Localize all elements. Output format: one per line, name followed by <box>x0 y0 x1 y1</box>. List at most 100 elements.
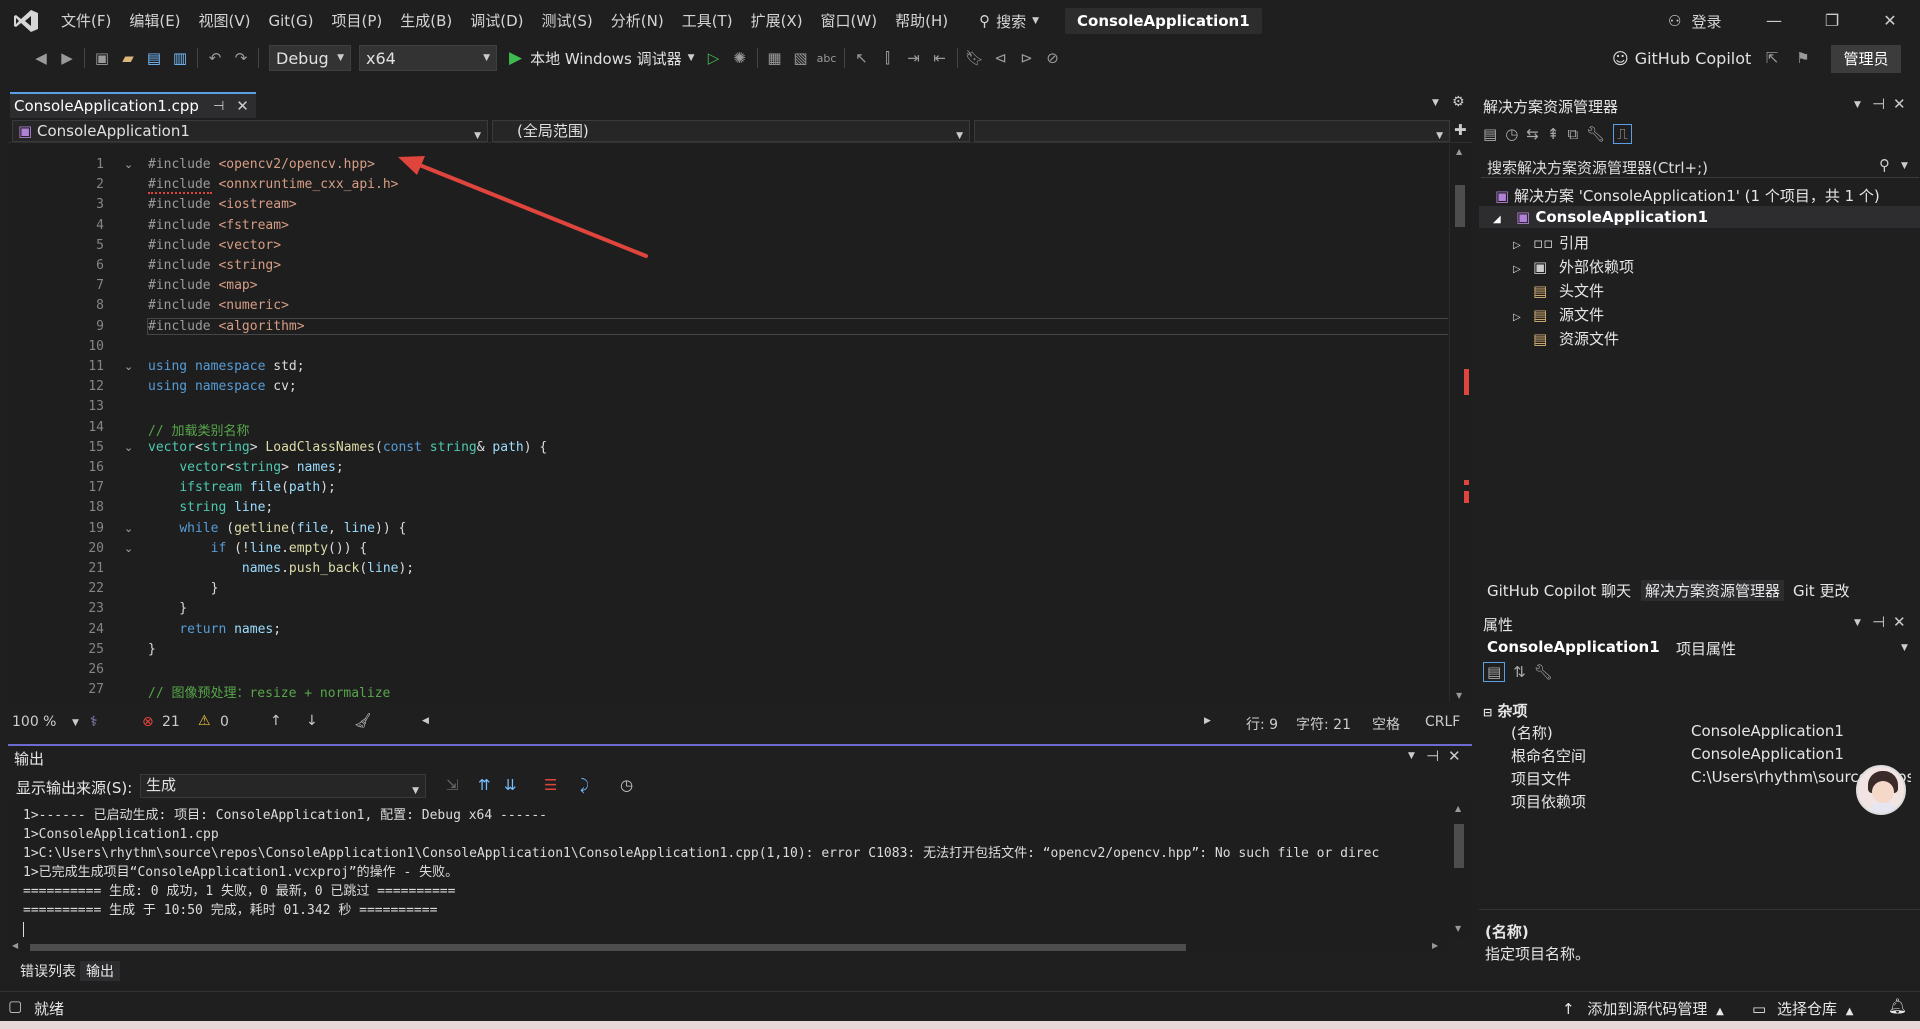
output-line: 1>------ 已启动生成: 项目: ConsoleApplication1,… <box>23 808 547 823</box>
word-wrap-icon[interactable]: ⤸ <box>580 776 589 794</box>
next-issue-icon[interactable]: ↓ <box>306 713 318 729</box>
collapse-icon: ⊟ <box>1483 706 1493 719</box>
warning-count: 0 <box>220 714 229 730</box>
description-text: 指定项目名称。 <box>1485 945 1591 963</box>
next-message-icon[interactable]: ⇊ <box>504 776 517 794</box>
sync-icon[interactable]: ⇆ <box>1526 125 1539 143</box>
preview-icon[interactable]: ⎍ <box>1613 124 1632 144</box>
output-line: ========== 生成: 0 成功，1 失败，0 最新，0 已跳过 ====… <box>23 884 456 899</box>
category-header[interactable]: ⊟ 杂项 <box>1483 700 1527 721</box>
alphabetical-icon[interactable]: ⇅ <box>1513 663 1526 681</box>
output-horizontal-scrollbar[interactable]: ◀ ▶ <box>8 940 1448 954</box>
chevron-down-icon[interactable]: ▼ <box>1854 618 1861 628</box>
whitespace-mode[interactable]: 空格 <box>1372 714 1400 734</box>
close-icon[interactable]: ✕ <box>1893 95 1906 113</box>
goto-code-icon[interactable]: ⇲ <box>446 776 459 794</box>
property-row[interactable]: 项目文件 C:\Users\rhythm\source\repos <box>1501 768 1911 791</box>
history-icon[interactable]: ◷ <box>1505 125 1518 143</box>
tab-solution-explorer[interactable]: 解决方案资源管理器 <box>1641 580 1785 601</box>
cleanup-icon[interactable]: 🧹︎ <box>354 713 372 729</box>
clock-icon[interactable]: ◷ <box>620 776 633 794</box>
error-count-icon[interactable]: ⊗ <box>142 714 154 730</box>
output-source-select[interactable]: 生成 ▼ <box>140 774 426 798</box>
line-ending[interactable]: CRLF <box>1425 714 1460 730</box>
tab-git-changes[interactable]: Git 更改 <box>1789 580 1853 601</box>
zoom-select[interactable]: 100 % <box>12 714 56 730</box>
tree-node-label: 引用 <box>1559 234 1590 252</box>
status-icon: ▢ <box>8 997 23 1015</box>
cursor-line[interactable]: 行: 9 <box>1246 714 1278 734</box>
expand-chevron-icon: ▷ <box>1513 240 1521 251</box>
tab-output[interactable]: 输出 <box>80 961 120 981</box>
filter-folder-icon: ▤ <box>1533 306 1548 324</box>
close-icon[interactable]: ✕ <box>1893 613 1906 631</box>
output-line: 1>已完成生成项目“ConsoleApplication1.vcxproj”的操… <box>23 865 459 880</box>
property-value[interactable]: ConsoleApplication1 <box>1691 722 1911 740</box>
close-icon[interactable]: ✕ <box>1448 747 1461 765</box>
tree-node[interactable]: ▷ ▫▫ 引用 <box>1513 232 1589 253</box>
solution-search-placeholder: 搜索解决方案资源管理器(Ctrl+;) <box>1487 159 1709 177</box>
collapse-all-icon[interactable]: ⇞ <box>1547 125 1560 143</box>
property-name: 项目文件 <box>1511 770 1572 788</box>
output-title: 输出 <box>14 750 45 768</box>
chevron-down-icon[interactable]: ▼ <box>1408 751 1415 761</box>
tree-node[interactable]: ▷ ▤ 源文件 <box>1513 304 1604 325</box>
property-row[interactable]: 根命名空间 ConsoleApplication1 <box>1501 745 1911 768</box>
chevron-down-icon[interactable]: ▼ <box>1854 100 1861 110</box>
solution-search-box[interactable]: 搜索解决方案资源管理器(Ctrl+;) ⚲ ▼ <box>1481 154 1919 178</box>
output-text-area[interactable]: 1>------ 已启动生成: 项目: ConsoleApplication1,… <box>8 802 1448 939</box>
property-pages-icon[interactable]: 🔧︎ <box>1534 663 1553 681</box>
scroll-thumb[interactable] <box>1454 824 1464 868</box>
properties-object-select[interactable]: ConsoleApplication1 项目属性 ▼ <box>1481 636 1919 658</box>
expand-chevron-icon: ▷ <box>1513 312 1521 323</box>
avatar[interactable] <box>1856 765 1906 815</box>
switch-views-icon[interactable]: ▤ <box>1483 125 1497 143</box>
notification-bell-icon[interactable]: 🔔︎ <box>1888 997 1907 1015</box>
property-name: 项目依赖项 <box>1511 793 1587 811</box>
tree-node[interactable]: ▷ ▣ 外部依赖项 <box>1513 256 1634 277</box>
pin-icon[interactable]: ⊣ <box>1872 95 1885 113</box>
pin-icon[interactable]: ⊣ <box>1872 613 1885 631</box>
right-panel-tabs: GitHub Copilot 聊天 解决方案资源管理器 Git 更改 <box>1479 578 1920 604</box>
tab-copilot-chat[interactable]: GitHub Copilot 聊天 <box>1483 580 1635 601</box>
prev-message-icon[interactable]: ⇈ <box>478 776 491 794</box>
chevron-down-icon: ▼ <box>1901 161 1908 171</box>
clear-all-icon[interactable]: ☰ <box>544 776 557 794</box>
output-vertical-scrollbar[interactable]: ▲ ▼ <box>1449 802 1471 939</box>
description-title: (名称) <box>1485 923 1529 941</box>
category-label: 杂项 <box>1497 702 1528 720</box>
chevron-down-icon[interactable]: ▼ <box>72 718 79 728</box>
tree-node[interactable]: ▤ 头文件 <box>1513 280 1604 301</box>
scroll-left-icon[interactable]: ◀ <box>422 716 429 726</box>
scroll-right-icon[interactable]: ▶ <box>1204 716 1211 726</box>
property-row[interactable]: 项目依赖项 <box>1501 791 1911 814</box>
solution-explorer-toolbar: ▤ ◷ ⇆ ⇞ ⧉ 🔧︎ ⎍ <box>1483 120 1632 148</box>
tab-error-list[interactable]: 错误列表 <box>14 961 82 981</box>
status-bar: ▢ 就绪 ↑ 添加到源代码管理 ▲ ▭ 选择仓库 ▲ 🔔︎ <box>0 991 1920 1021</box>
properties-icon[interactable]: 🔧︎ <box>1586 125 1605 143</box>
property-value[interactable]: ConsoleApplication1 <box>1691 745 1911 763</box>
scroll-thumb[interactable] <box>30 944 1186 951</box>
show-all-files-icon[interactable]: ⧉ <box>1567 125 1578 143</box>
add-source-control-button[interactable]: ↑ 添加到源代码管理 ▲ <box>1562 998 1724 1019</box>
arrow-up-icon: ↑ <box>1562 1000 1575 1018</box>
output-source-label: 显示输出来源(S): <box>16 779 133 797</box>
properties-toolbar: ▤ ⇅ 🔧︎ <box>1483 662 1553 682</box>
editor-status-bar: 100 % ▼ ⚕ ⊗ 21 ⚠ 0 ↑ ↓ 🧹︎ ◀ ▶ 行: 9 字符: 2… <box>8 712 1472 734</box>
warning-icon[interactable]: ⚠ <box>198 713 211 729</box>
bottom-panel-tabs: 错误列表 输出 <box>8 958 408 982</box>
property-row[interactable]: (名称) ConsoleApplication1 <box>1501 722 1911 745</box>
caret-up-icon: ▲ <box>1716 1006 1724 1017</box>
pin-icon[interactable]: ⊣ <box>1426 747 1439 765</box>
prev-issue-icon[interactable]: ↑ <box>270 713 282 729</box>
search-icon: ⚲ <box>1879 156 1890 174</box>
solution-node[interactable]: ▣ 解决方案 'ConsoleApplication1' (1 个项目，共 1 … <box>1495 185 1880 206</box>
cursor-column[interactable]: 字符: 21 <box>1296 714 1351 734</box>
output-source-value: 生成 <box>146 776 177 794</box>
categorized-icon[interactable]: ▤ <box>1483 662 1506 682</box>
properties-object-type: 项目属性 <box>1676 640 1737 658</box>
select-repo-button[interactable]: ▭ 选择仓库 ▲ <box>1752 998 1853 1019</box>
add-source-label: 添加到源代码管理 <box>1587 1000 1708 1018</box>
repo-icon: ▭ <box>1752 1000 1767 1018</box>
tree-node[interactable]: ▤ 资源文件 <box>1513 328 1619 349</box>
